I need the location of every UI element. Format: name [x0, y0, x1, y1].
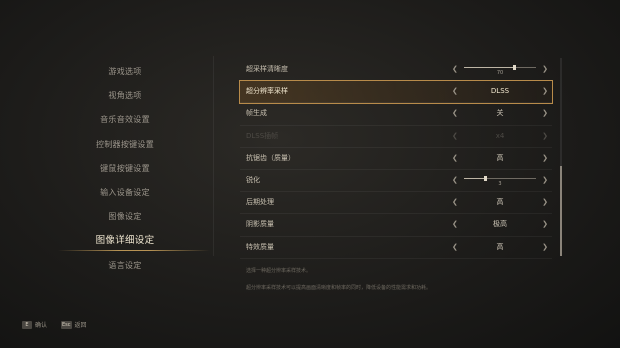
setting-selector[interactable]: ❮ 极高 ❯ [452, 214, 548, 235]
nav-item[interactable]: 输入设备设定 [40, 181, 210, 205]
setting-row[interactable]: 特效质量 ❮ 高 ❯ [240, 237, 552, 259]
nav-item[interactable]: 音乐音效设置 [40, 108, 210, 132]
nav-item[interactable]: 控制器按键设置 [40, 133, 210, 157]
setting-row[interactable]: 帧生成 ❮ 关 ❯ [240, 103, 552, 126]
nav-item[interactable]: 键鼠按键设置 [40, 157, 210, 181]
setting-value: x4 [495, 131, 505, 140]
setting-label: 锐化 [246, 175, 260, 184]
nav-item[interactable]: 图像设定 [40, 205, 210, 229]
back-hint-label: 返回 [74, 322, 87, 329]
chevron-left-icon[interactable]: ❮ [452, 81, 458, 102]
setting-row: DLSS插帧 ❮ x4 ❯ [240, 126, 552, 148]
chevron-left-icon[interactable]: ❮ [452, 59, 458, 80]
chevron-right-icon[interactable]: ❯ [542, 214, 548, 235]
nav-divider [213, 56, 214, 256]
chevron-right-icon[interactable]: ❯ [542, 103, 548, 124]
chevron-left-icon[interactable]: ❮ [452, 237, 458, 258]
slider-value: 70 [496, 70, 504, 76]
chevron-right-icon[interactable]: ❯ [542, 148, 548, 169]
setting-slider[interactable]: ❮ 3 ❯ [452, 170, 548, 191]
nav-item[interactable]: 视角选项 [40, 84, 210, 108]
nav-item[interactable]: 语言设定 [40, 254, 210, 278]
description-line-1: 选择一种超分辨率采样技术。 [246, 268, 312, 274]
chevron-left-icon: ❮ [452, 131, 458, 140]
setting-value: 高 [496, 242, 504, 251]
button-hints: E 确认 Esc 返回 [22, 320, 87, 329]
confirm-hint-label: 确认 [35, 322, 48, 329]
setting-label: 帧生成 [246, 109, 267, 118]
setting-selector[interactable]: ❮ 关 ❯ [452, 103, 548, 124]
settings-scrollbar[interactable] [560, 58, 562, 256]
setting-row[interactable]: 锐化 ❮ 3 ❯ [240, 170, 552, 193]
confirm-key-icon: E [22, 320, 32, 329]
chevron-right-icon[interactable]: ❯ [542, 192, 548, 213]
setting-row[interactable]: 抗锯齿（质量） ❮ 高 ❯ [240, 148, 552, 170]
nav-item[interactable]: 游戏选项 [40, 60, 210, 84]
slider-track[interactable] [464, 65, 536, 70]
setting-value: 高 [496, 198, 504, 207]
setting-selector: ❮ x4 ❯ [452, 126, 548, 147]
nav-item[interactable]: 图像详细设定 [40, 229, 210, 253]
settings-category-nav: 游戏选项 视角选项 音乐音效设置 控制器按键设置 键鼠按键设置 输入设备设定 图像设定 图像详… [40, 60, 210, 278]
setting-label: 特效质量 [246, 242, 274, 251]
setting-label: 超采样清晰度 [246, 65, 288, 73]
chevron-right-icon[interactable]: ❯ [542, 170, 548, 191]
setting-label: 后期处理 [246, 198, 274, 207]
setting-value: DLSS [490, 87, 510, 96]
setting-value: 极高 [493, 220, 507, 229]
slider-fill [464, 67, 515, 68]
chevron-left-icon[interactable]: ❮ [452, 170, 458, 191]
chevron-right-icon[interactable]: ❯ [542, 81, 548, 102]
slider-value: 3 [498, 180, 502, 187]
slider-fill [464, 177, 486, 179]
setting-row[interactable]: 超分辨率采样 ❮ DLSS ❯ [239, 80, 553, 105]
chevron-right-icon: ❯ [542, 131, 548, 140]
setting-label: 超分辨率采样 [246, 87, 288, 96]
setting-label: 阴影质量 [246, 220, 274, 229]
chevron-right-icon[interactable]: ❯ [542, 237, 548, 258]
chevron-left-icon[interactable]: ❮ [452, 192, 458, 213]
setting-row[interactable]: 阴影质量 ❮ 极高 ❯ [240, 214, 552, 237]
chevron-right-icon[interactable]: ❯ [542, 59, 548, 80]
scrollbar-thumb[interactable] [560, 166, 562, 256]
setting-row[interactable]: 后期处理 ❮ 高 ❯ [240, 192, 552, 215]
setting-selector[interactable]: ❮ DLSS ❯ [452, 81, 548, 102]
setting-row[interactable]: 超采样清晰度 ❮ 70 ❯ [240, 59, 552, 82]
chevron-left-icon[interactable]: ❮ [452, 214, 458, 235]
slider-track[interactable] [464, 175, 536, 181]
description-line-2: 超分辨率采样技术可以提高画面清晰度和帧率的同时，降低设备的性能需求和功耗。 [246, 285, 432, 291]
back-hint[interactable]: Esc 返回 [61, 320, 87, 329]
chevron-left-icon[interactable]: ❮ [452, 148, 458, 169]
setting-label: 抗锯齿（质量） [246, 153, 295, 162]
setting-value: 高 [496, 153, 504, 162]
settings-list: 超采样清晰度 ❮ 70 ❯ 超分辨率采样 ❮ DLSS ❯ 帧生成 ❮ 关 ❯ DLSS插帧 ❮ x4 ❯ 抗锯… [239, 59, 553, 259]
back-key-icon: Esc [61, 320, 72, 329]
confirm-hint[interactable]: E 确认 [22, 320, 47, 329]
setting-selector[interactable]: ❮ 高 ❯ [452, 237, 548, 258]
chevron-left-icon[interactable]: ❮ [452, 103, 458, 124]
setting-label: DLSS插帧 [246, 131, 279, 140]
setting-selector[interactable]: ❮ 高 ❯ [452, 148, 548, 169]
setting-value: 关 [496, 109, 504, 118]
setting-slider[interactable]: ❮ 70 ❯ [452, 59, 548, 80]
setting-selector[interactable]: ❮ 高 ❯ [452, 192, 548, 213]
